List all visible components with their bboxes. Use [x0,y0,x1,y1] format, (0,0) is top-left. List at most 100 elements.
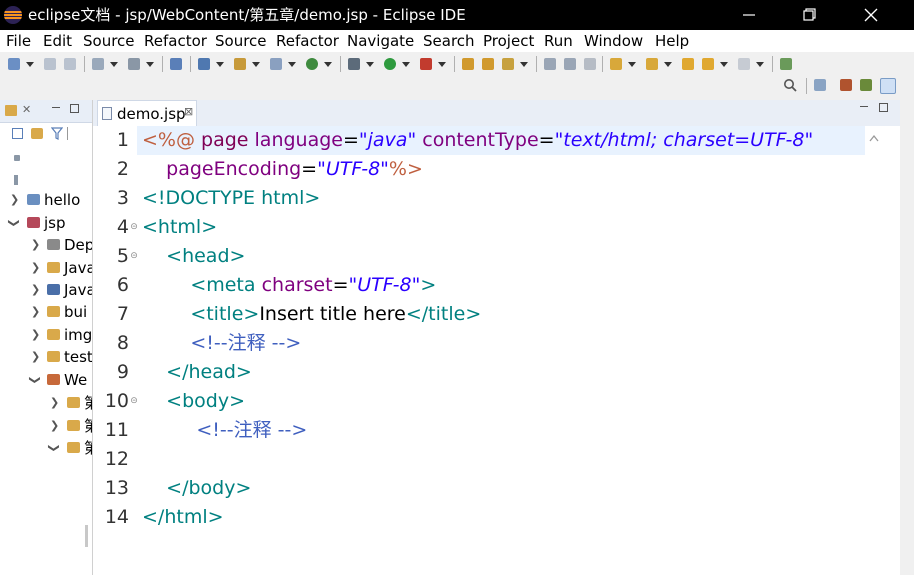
dropdown-arrow-icon[interactable] [324,62,332,67]
menu-refactor[interactable]: Refactor [144,32,207,50]
open-element-icon[interactable] [170,58,182,70]
menu-project[interactable]: Project [483,32,534,50]
search-icon[interactable] [783,78,797,92]
menu-source[interactable]: Source [83,32,135,50]
open-perspective-icon[interactable] [814,79,826,91]
maximize-view-icon[interactable] [70,104,79,113]
run-icon[interactable] [384,58,396,70]
tree-item-java-library[interactable]: ❯ Java [0,279,92,301]
dropdown-arrow-icon[interactable] [438,62,446,67]
dropdown-arrow-icon[interactable] [628,62,636,67]
chevron-right-icon[interactable]: ❯ [10,189,19,211]
tree-item-test[interactable]: ❯ test [0,346,92,368]
code-line[interactable]: <%@ page language="java" contentType="te… [142,126,813,155]
menu-help[interactable]: Help [655,32,689,50]
project-explorer-tab[interactable]: ✕ [0,100,92,123]
code-line[interactable]: <body> [142,387,245,416]
code-line[interactable]: <!DOCTYPE html> [142,184,320,213]
open-type-icon[interactable] [92,58,104,70]
chevron-right-icon[interactable]: ❯ [31,279,40,301]
menu-refactor-2[interactable]: Refactor [276,32,339,50]
tree-item-chapter-a[interactable]: ❯ 第 [0,392,92,414]
build-icon[interactable] [128,58,140,70]
web-perspective-icon[interactable] [880,78,896,94]
code-line[interactable]: </body> [142,474,251,503]
code-line[interactable]: <!--注释 --> [142,329,301,358]
chevron-right-icon[interactable]: ❯ [31,234,40,256]
menu-window[interactable]: Window [584,32,643,50]
dropdown-arrow-icon[interactable] [252,62,260,67]
minimize-editor-icon[interactable] [860,106,868,107]
new-class-icon[interactable] [270,58,282,70]
open-project-icon[interactable] [462,58,474,70]
dropdown-arrow-icon[interactable] [110,62,118,67]
chevron-down-icon[interactable]: ❯ [43,443,65,452]
tree-item-img[interactable]: ❯ img [0,324,92,346]
code-line[interactable]: pageEncoding="UTF-8"%> [142,155,423,184]
chevron-right-icon[interactable]: ❯ [31,257,40,279]
save-all-icon[interactable] [64,58,76,70]
dropdown-arrow-icon[interactable] [288,62,296,67]
tab-demo-jsp[interactable]: demo.jsp ⊠ [97,100,197,126]
menu-source-2[interactable]: Source [215,32,267,50]
pen-icon[interactable] [502,58,514,70]
dropdown-arrow-icon[interactable] [520,62,528,67]
chevron-right-icon[interactable]: ❯ [31,324,40,346]
new-server-icon[interactable] [198,58,210,70]
tree-item-hello[interactable]: ❯ hello [0,189,92,211]
code-line[interactable]: </html> [142,503,224,532]
debug-icon[interactable] [348,58,360,70]
chevron-down-icon[interactable]: ❯ [3,218,25,227]
tree-item-java-resources[interactable]: ❯ Java [0,257,92,279]
menu-run[interactable]: Run [544,32,573,50]
dropdown-arrow-icon[interactable] [664,62,672,67]
back-icon[interactable] [702,58,714,70]
forward-dropdown-arrow-icon[interactable] [756,62,764,67]
code-line[interactable]: <head> [142,242,245,271]
fold-toggle-icon[interactable]: ⊝ [130,213,138,242]
new-package-icon[interactable] [234,58,246,70]
code-editor[interactable]: 1 2 3 4 ⊝ 5 ⊝ 6 7 8 9 10 ⊝ 11 12 13 14 <%@ page language… [93,126,865,575]
new-web-icon[interactable] [306,58,318,70]
code-line[interactable]: <html> [142,213,217,242]
fold-toggle-icon[interactable]: ⊝ [130,387,138,416]
menu-edit[interactable]: Edit [43,32,72,50]
scroll-up-icon[interactable] [869,134,879,142]
forward-icon[interactable] [738,58,750,70]
menu-search[interactable]: Search [423,32,475,50]
close-view-icon[interactable]: ✕ [22,103,31,116]
editor-vertical-scrollbar[interactable] [865,126,882,575]
link-with-editor-icon[interactable] [31,128,43,139]
maximize-editor-icon[interactable] [879,103,888,112]
close-window-button[interactable] [842,0,900,30]
filter-icon[interactable] [51,127,63,140]
menu-file[interactable]: File [6,32,31,50]
back-dropdown-arrow-icon[interactable] [720,62,728,67]
minimize-view-icon[interactable] [52,107,60,108]
tree-item-webcontent[interactable]: ❯ We [0,369,92,391]
view-menu-icon[interactable] [14,155,20,161]
fold-toggle-icon[interactable]: ⊝ [130,242,138,271]
new-icon[interactable] [8,58,20,70]
dropdown-arrow-icon[interactable] [366,62,374,67]
last-edit-location-icon[interactable] [682,58,694,70]
previous-annotation-icon[interactable] [646,58,658,70]
menu-navigate[interactable]: Navigate [347,32,414,50]
chevron-right-icon[interactable]: ❯ [50,392,59,414]
explorer-scrollbar-thumb[interactable] [85,525,88,547]
chevron-right-icon[interactable]: ❯ [50,415,59,437]
tree-item-chapter-b[interactable]: ❯ 第 [0,415,92,437]
close-tab-icon[interactable]: ⊠ [184,105,193,118]
dropdown-arrow-icon[interactable] [216,62,224,67]
java-perspective-icon[interactable] [860,79,872,91]
java-ee-perspective-icon[interactable] [840,79,852,91]
chevron-right-icon[interactable]: ❯ [31,301,40,323]
save-icon[interactable] [44,58,56,70]
pin-editor-icon[interactable] [780,58,792,70]
chevron-down-icon[interactable]: ❯ [24,375,46,384]
code-line[interactable]: <meta charset="UTF-8"> [142,271,436,300]
tree-item-jsp[interactable]: ❯ jsp [0,212,92,234]
tree-item-build[interactable]: ❯ bui [0,301,92,323]
dropdown-arrow-icon[interactable] [402,62,410,67]
show-whitespace-icon[interactable] [584,58,596,70]
